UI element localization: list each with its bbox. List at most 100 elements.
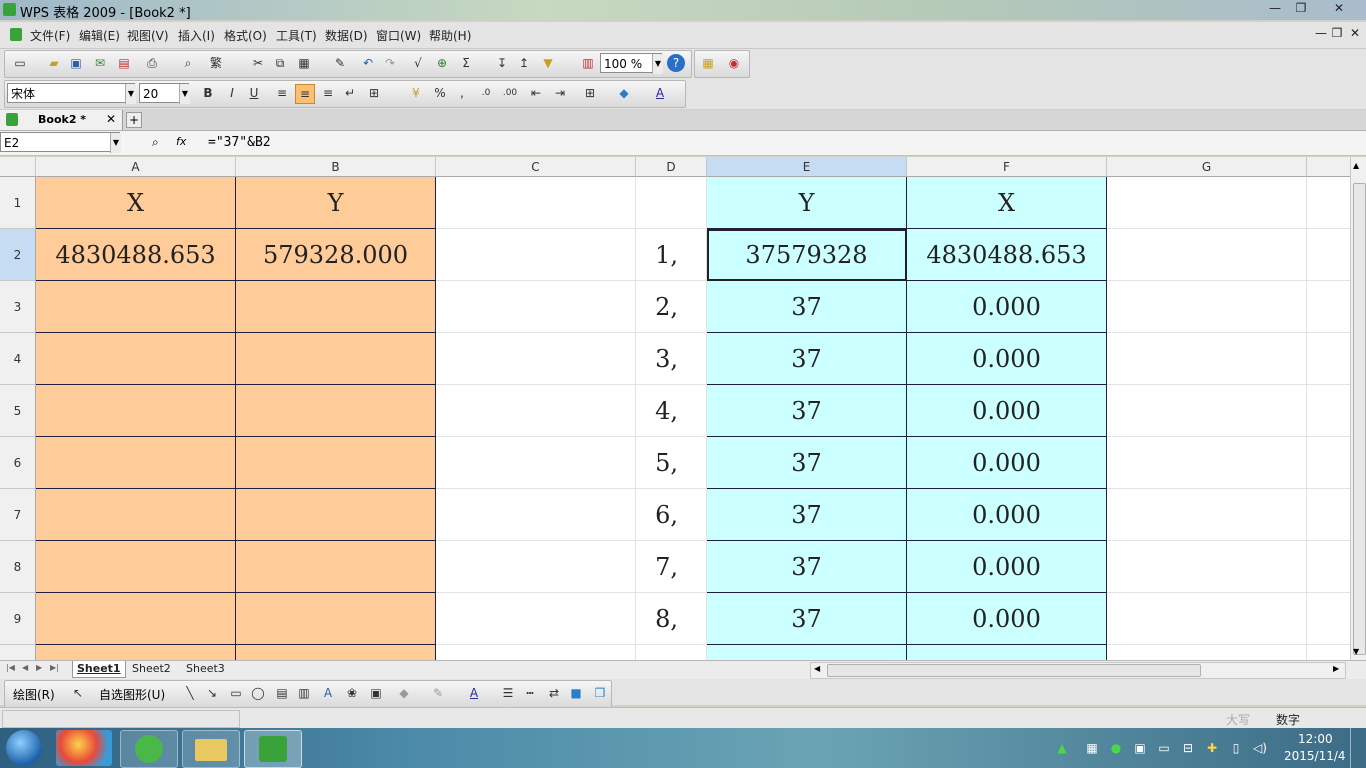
textbox-icon[interactable]: ▤ xyxy=(273,684,291,702)
start-button-icon[interactable] xyxy=(6,730,42,766)
taskbar-ie-icon[interactable] xyxy=(120,730,178,768)
col-header-d[interactable]: D xyxy=(636,157,707,177)
draw-fill-icon[interactable]: ◆ xyxy=(395,684,413,702)
col-header-f[interactable]: F xyxy=(907,157,1107,177)
menu-window[interactable]: 窗口(W) xyxy=(376,27,421,44)
mail-icon[interactable]: ✉ xyxy=(91,54,109,72)
cell-c8[interactable] xyxy=(436,541,636,593)
filter-icon[interactable]: ▼ xyxy=(539,54,557,72)
cell-b7[interactable] xyxy=(236,489,436,541)
decrease-indent-icon[interactable]: ⇤ xyxy=(527,84,545,102)
cell-c3[interactable] xyxy=(436,281,636,333)
fill-color-icon[interactable]: ◆ xyxy=(615,84,633,102)
scroll-down-icon[interactable]: ▼ xyxy=(1353,647,1359,656)
font-name-dropdown-icon[interactable]: ▼ xyxy=(125,84,136,104)
new-tab-icon[interactable]: + xyxy=(126,112,142,128)
function-icon[interactable]: √ xyxy=(409,54,427,72)
wordart-icon[interactable]: A xyxy=(319,684,337,702)
save-icon[interactable]: ▣ xyxy=(67,54,85,72)
minimize-button[interactable]: — xyxy=(1264,1,1286,17)
cell-e8[interactable]: 37 xyxy=(707,541,907,593)
col-header-b[interactable]: B xyxy=(236,157,436,177)
cell-d2[interactable]: 1, xyxy=(636,229,707,281)
volume-icon[interactable]: ◁) xyxy=(1252,740,1268,756)
menu-edit[interactable]: 编辑(E) xyxy=(79,27,120,44)
table-style-icon[interactable]: ▦ xyxy=(699,54,717,72)
cell-h4[interactable] xyxy=(1307,333,1350,385)
bold-icon[interactable]: B xyxy=(199,84,217,102)
cell-c9[interactable] xyxy=(436,593,636,645)
row-header-8[interactable]: 8 xyxy=(0,541,36,593)
copy-icon[interactable]: ⧉ xyxy=(271,54,289,72)
cell-e6[interactable]: 37 xyxy=(707,437,907,489)
cell-d10[interactable] xyxy=(636,645,707,660)
cell-h1[interactable] xyxy=(1307,177,1350,229)
cell-e3[interactable]: 37 xyxy=(707,281,907,333)
sheet-tab-2[interactable]: Sheet2 xyxy=(128,661,175,677)
close-button[interactable]: ✕ xyxy=(1328,1,1350,17)
cell-e7[interactable]: 37 xyxy=(707,489,907,541)
doc-close-button[interactable]: ✕ xyxy=(1344,26,1366,42)
last-sheet-icon[interactable]: ▶| xyxy=(50,663,59,672)
menu-format[interactable]: 格式(O) xyxy=(224,27,267,44)
menu-file[interactable]: 文件(F) xyxy=(30,27,70,44)
col-header-a[interactable]: A xyxy=(36,157,236,177)
undo-icon[interactable]: ↶ xyxy=(359,54,377,72)
menu-tools[interactable]: 工具(T) xyxy=(276,27,317,44)
row-header-5[interactable]: 5 xyxy=(0,385,36,437)
col-header-c[interactable]: C xyxy=(436,157,636,177)
draw-menu-button[interactable]: 绘图(R) xyxy=(13,686,55,703)
cell-a4[interactable] xyxy=(36,333,236,385)
decrease-decimal-icon[interactable]: .00 xyxy=(501,84,519,102)
cell-e2[interactable]: 37579328 xyxy=(707,229,907,281)
cell-g2[interactable] xyxy=(1107,229,1307,281)
underline-icon[interactable]: U xyxy=(245,84,263,102)
font-size-dropdown-icon[interactable]: ▼ xyxy=(179,84,190,104)
format-painter-icon[interactable]: ✎ xyxy=(331,54,349,72)
cell-a9[interactable] xyxy=(36,593,236,645)
sort-asc-icon[interactable]: ↧ xyxy=(493,54,511,72)
cell-h3[interactable] xyxy=(1307,281,1350,333)
row-header-10[interactable] xyxy=(0,645,36,660)
row-header-2[interactable]: 2 xyxy=(0,229,36,281)
menu-data[interactable]: 数据(D) xyxy=(325,27,368,44)
cell-d1[interactable] xyxy=(636,177,707,229)
print-icon[interactable]: ⎙ xyxy=(143,54,161,72)
cell-g7[interactable] xyxy=(1107,489,1307,541)
cell-d7[interactable]: 6, xyxy=(636,489,707,541)
oval-icon[interactable]: ◯ xyxy=(249,684,267,702)
insert-function-button[interactable]: fx xyxy=(176,135,186,148)
hyperlink-icon[interactable]: ⊕ xyxy=(433,54,451,72)
help-icon[interactable]: ? xyxy=(667,54,685,72)
cell-c10[interactable] xyxy=(436,645,636,660)
cell-d3[interactable]: 2, xyxy=(636,281,707,333)
redo-icon[interactable]: ↷ xyxy=(381,54,399,72)
dash-style-icon[interactable]: ┅ xyxy=(521,684,539,702)
cell-c4[interactable] xyxy=(436,333,636,385)
increase-indent-icon[interactable]: ⇥ xyxy=(551,84,569,102)
comma-icon[interactable]: , xyxy=(453,84,471,102)
doc-tab-close-icon[interactable]: ✕ xyxy=(106,112,116,126)
cut-icon[interactable]: ✂ xyxy=(249,54,267,72)
chart-icon[interactable]: ▥ xyxy=(579,54,597,72)
translate-icon[interactable]: ◉ xyxy=(725,54,743,72)
cell-b6[interactable] xyxy=(236,437,436,489)
sheet-tab-1[interactable]: Sheet1 xyxy=(72,661,126,678)
cell-a10[interactable] xyxy=(36,645,236,660)
chinese-convert-icon[interactable]: 繁 xyxy=(207,54,225,72)
cell-f7[interactable]: 0.000 xyxy=(907,489,1107,541)
taskbar-app-colorful-icon[interactable] xyxy=(56,730,112,766)
increase-decimal-icon[interactable]: .0 xyxy=(477,84,495,102)
sheet-tab-3[interactable]: Sheet3 xyxy=(182,661,229,677)
cell-h7[interactable] xyxy=(1307,489,1350,541)
cell-c5[interactable] xyxy=(436,385,636,437)
menu-help[interactable]: 帮助(H) xyxy=(429,27,471,44)
row-header-7[interactable]: 7 xyxy=(0,489,36,541)
zoom-dropdown-icon[interactable]: ▼ xyxy=(652,54,663,74)
cell-c2[interactable] xyxy=(436,229,636,281)
scroll-thumb[interactable] xyxy=(1353,183,1366,655)
network-icon[interactable]: ▦ xyxy=(1084,740,1100,756)
row-header-6[interactable]: 6 xyxy=(0,437,36,489)
cell-f4[interactable]: 0.000 xyxy=(907,333,1107,385)
cell-b9[interactable] xyxy=(236,593,436,645)
